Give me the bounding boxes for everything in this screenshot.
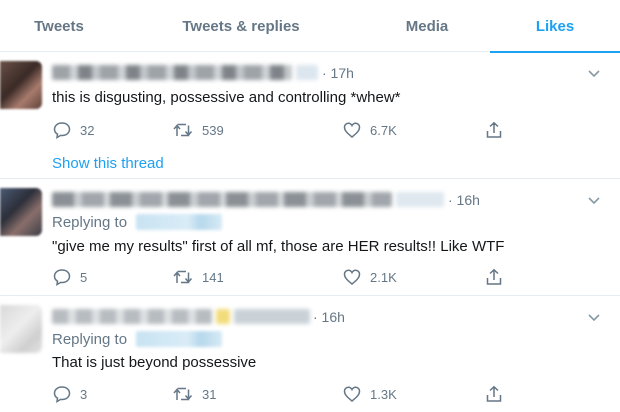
like-count: 2.1K bbox=[370, 269, 397, 285]
reply-button[interactable]: 32 bbox=[52, 119, 94, 141]
tab-likes[interactable]: Likes bbox=[490, 0, 620, 53]
retweet-arrows-icon bbox=[173, 270, 193, 284]
retweet-count: 539 bbox=[202, 122, 224, 138]
reply-count: 32 bbox=[80, 122, 95, 138]
replying-to-handle-redacted[interactable] bbox=[136, 331, 222, 347]
retweet-arrows-icon bbox=[173, 123, 193, 137]
like-button[interactable]: 2.1K bbox=[342, 266, 397, 288]
tweet[interactable]: · 16h Replying to "give me my results" f… bbox=[0, 180, 620, 296]
author-name-redacted[interactable] bbox=[52, 309, 212, 324]
like-button[interactable]: 1.3K bbox=[342, 383, 397, 405]
replying-to-handle-redacted[interactable] bbox=[136, 214, 222, 230]
heart-outline-icon bbox=[343, 386, 361, 402]
heart-outline-icon bbox=[343, 122, 361, 138]
author-name-redacted[interactable] bbox=[52, 65, 292, 80]
heart-outline-icon bbox=[343, 269, 361, 285]
tweet-text: this is disgusting, possessive and contr… bbox=[52, 89, 401, 106]
author-name-redacted[interactable] bbox=[52, 192, 392, 207]
avatar[interactable] bbox=[0, 188, 42, 236]
tab-media[interactable]: Media bbox=[364, 0, 490, 52]
profile-tabs: Tweets Tweets & replies Media Likes bbox=[0, 0, 620, 53]
tweet-actions: 5 141 2.1K bbox=[52, 266, 512, 288]
speech-bubble-icon bbox=[53, 386, 71, 403]
retweet-button[interactable]: 141 bbox=[172, 266, 224, 288]
author-handle-redacted bbox=[234, 309, 310, 324]
speech-bubble-icon bbox=[53, 122, 71, 139]
avatar[interactable] bbox=[0, 305, 42, 353]
like-count: 1.3K bbox=[370, 386, 397, 402]
chevron-down-icon[interactable] bbox=[586, 194, 602, 206]
retweet-button[interactable]: 539 bbox=[172, 119, 224, 141]
share-button[interactable] bbox=[484, 119, 504, 141]
retweet-count: 31 bbox=[202, 386, 217, 402]
like-count: 6.7K bbox=[370, 122, 397, 138]
retweet-button[interactable]: 31 bbox=[172, 383, 216, 405]
reply-button[interactable]: 5 bbox=[52, 266, 87, 288]
author-handle-redacted bbox=[296, 65, 318, 80]
reply-count: 3 bbox=[80, 386, 88, 402]
replying-to-label: Replying to bbox=[52, 214, 128, 231]
share-upload-icon bbox=[486, 121, 502, 138]
chevron-down-icon[interactable] bbox=[586, 67, 602, 79]
tweet-timestamp[interactable]: · 16h bbox=[448, 192, 480, 208]
tweet-text: "give me my results" first of all mf, th… bbox=[52, 238, 505, 255]
tweet[interactable]: · 17h this is disgusting, possessive and… bbox=[0, 53, 620, 179]
share-button[interactable] bbox=[484, 383, 504, 405]
share-upload-icon bbox=[486, 385, 502, 402]
tweet-timestamp[interactable]: · 17h bbox=[322, 65, 354, 81]
show-thread-link[interactable]: Show this thread bbox=[52, 155, 164, 172]
replying-to-label: Replying to bbox=[52, 331, 128, 348]
tweet-text: That is just beyond possessive bbox=[52, 354, 257, 371]
reply-count: 5 bbox=[80, 269, 88, 285]
tweet-timestamp[interactable]: · 16h bbox=[313, 309, 345, 325]
retweet-count: 141 bbox=[202, 269, 224, 285]
speech-bubble-icon bbox=[53, 269, 71, 286]
tab-tweets[interactable]: Tweets bbox=[0, 0, 118, 52]
retweet-arrows-icon bbox=[173, 387, 193, 401]
share-button[interactable] bbox=[484, 266, 504, 288]
avatar[interactable] bbox=[0, 61, 42, 109]
chevron-down-icon[interactable] bbox=[586, 311, 602, 323]
reply-button[interactable]: 3 bbox=[52, 383, 87, 405]
share-upload-icon bbox=[486, 268, 502, 285]
author-emoji-redacted bbox=[216, 309, 230, 324]
tweet-actions: 32 539 6.7K bbox=[52, 119, 512, 141]
like-button[interactable]: 6.7K bbox=[342, 119, 397, 141]
tab-tweets-and-replies[interactable]: Tweets & replies bbox=[118, 0, 364, 52]
author-handle-redacted bbox=[396, 192, 444, 207]
tweet[interactable]: · 16h Replying to That is just beyond po… bbox=[0, 297, 620, 412]
tweet-actions: 3 31 1.3K bbox=[52, 383, 512, 405]
